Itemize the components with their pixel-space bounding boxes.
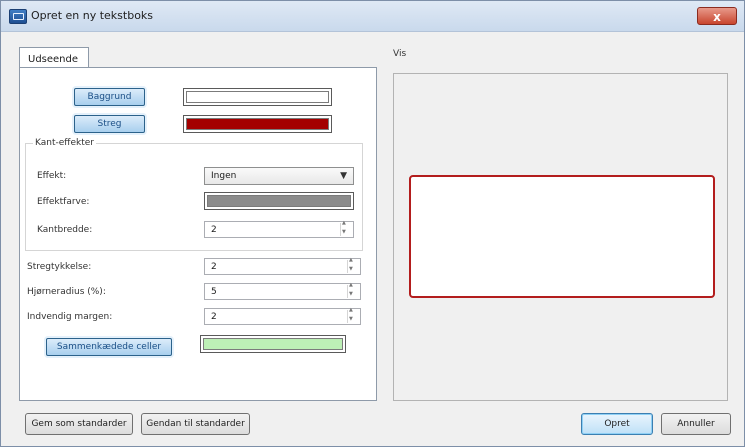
- title-bar: Opret en ny tekstboks x: [1, 1, 744, 32]
- stroke-thickness-value: 2: [211, 262, 217, 272]
- effect-label: Effekt:: [37, 171, 67, 181]
- background-color-swatch[interactable]: [183, 88, 332, 106]
- create-button[interactable]: Opret: [581, 413, 653, 435]
- preview-label: Vis: [393, 49, 407, 59]
- linked-cells-color-swatch[interactable]: [200, 335, 346, 353]
- effect-color-fill: [207, 195, 351, 207]
- background-color-fill: [186, 91, 329, 103]
- cancel-button[interactable]: Annuller: [661, 413, 731, 435]
- dialog-window: Opret en ny tekstboks x Udseende Baggrun…: [0, 0, 745, 447]
- stroke-thickness-input[interactable]: 2: [204, 257, 361, 275]
- corner-radius-label: Hjørneradius (%):: [27, 287, 106, 297]
- spinner-icon[interactable]: [347, 307, 358, 323]
- effect-select[interactable]: Ingen ▼: [204, 167, 354, 185]
- effect-color-label: Effektfarve:: [37, 197, 90, 207]
- effect-color-swatch[interactable]: [204, 192, 354, 210]
- stroke-color-fill: [186, 118, 329, 130]
- linked-cells-button[interactable]: Sammenkædede celler: [46, 338, 172, 356]
- close-button[interactable]: x: [697, 7, 737, 25]
- stroke-thickness-label: Stregtykkelse:: [27, 262, 92, 272]
- stroke-button[interactable]: Streg: [74, 115, 145, 133]
- corner-radius-value: 5: [211, 287, 217, 297]
- spinner-icon[interactable]: [347, 257, 358, 273]
- effect-value: Ingen: [211, 171, 237, 181]
- edge-width-input[interactable]: 2: [204, 220, 354, 238]
- inner-margin-label: Indvendig margen:: [27, 312, 113, 322]
- linked-cells-color-fill: [203, 338, 343, 350]
- edge-effects-label: Kant-effekter: [33, 138, 96, 148]
- spinner-icon[interactable]: [347, 282, 358, 298]
- preview-textbox: [409, 175, 715, 298]
- chevron-down-icon: ▼: [340, 171, 347, 181]
- edge-width-value: 2: [211, 225, 217, 235]
- tab-appearance[interactable]: Udseende: [19, 47, 89, 68]
- corner-radius-input[interactable]: 5: [204, 282, 361, 300]
- restore-defaults-button[interactable]: Gendan til standarder: [141, 413, 250, 435]
- inner-margin-value: 2: [211, 312, 217, 322]
- spinner-icon[interactable]: [340, 220, 351, 236]
- tab-appearance-label: Udseende: [28, 54, 79, 65]
- edge-width-label: Kantbredde:: [37, 225, 93, 235]
- background-button[interactable]: Baggrund: [74, 88, 145, 106]
- save-defaults-button[interactable]: Gem som standarder: [25, 413, 133, 435]
- inner-margin-input[interactable]: 2: [204, 307, 361, 325]
- app-icon: [9, 9, 27, 24]
- window-title: Opret en ny tekstboks: [31, 9, 154, 22]
- stroke-color-swatch[interactable]: [183, 115, 332, 133]
